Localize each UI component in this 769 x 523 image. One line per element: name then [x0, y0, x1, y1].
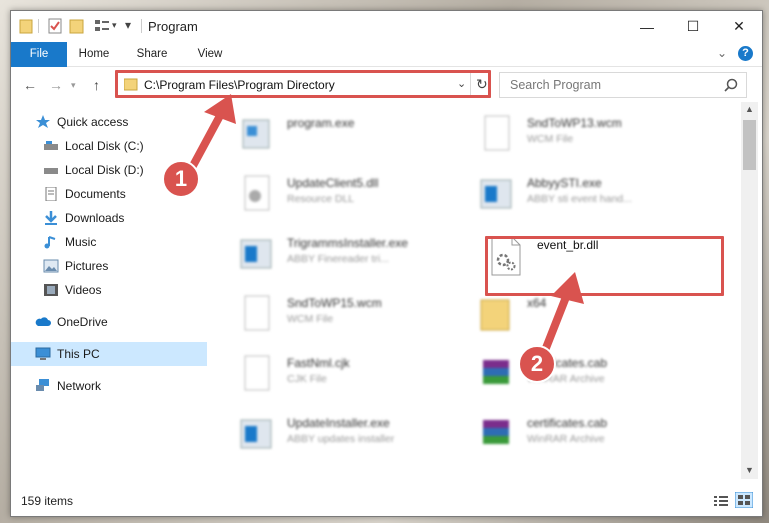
- callout-badge-1: 1: [162, 160, 200, 198]
- callout-badge-2: 2: [518, 345, 556, 383]
- arrow-2-shaft: [540, 288, 572, 357]
- callout-arrows: [184, 94, 584, 357]
- arrow-2-head: [551, 272, 584, 304]
